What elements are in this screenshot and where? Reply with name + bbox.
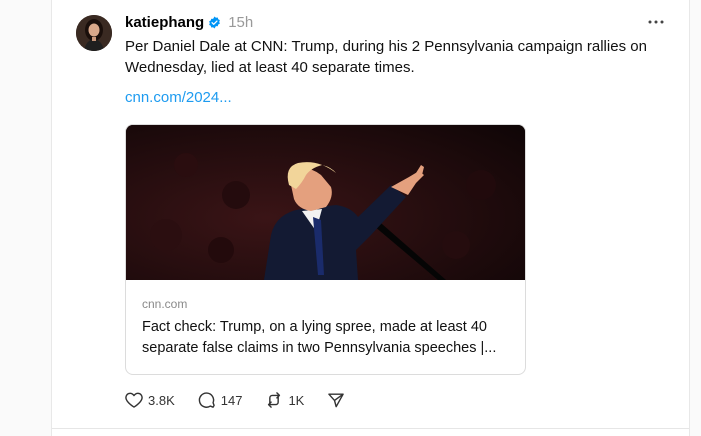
comment-icon	[198, 392, 215, 408]
post-actions: 3.8K 147 1K	[124, 390, 346, 410]
avatar[interactable]	[76, 15, 112, 51]
link-domain: cnn.com	[142, 297, 188, 311]
repost-button[interactable]: 1K	[264, 390, 304, 410]
heart-icon	[125, 392, 143, 408]
verified-badge-icon	[208, 16, 221, 29]
divider	[52, 428, 689, 429]
link-preview-card[interactable]: cnn.com Fact check: Trump, on a lying sp…	[125, 124, 526, 375]
avatar-image	[76, 15, 112, 51]
link-title: Fact check: Trump, on a lying spree, mad…	[142, 319, 497, 356]
username[interactable]: katiephang	[125, 14, 204, 31]
link-preview-image	[126, 125, 525, 280]
repost-icon	[268, 392, 281, 408]
reply-count: 147	[220, 392, 243, 408]
more-options-icon[interactable]	[647, 13, 665, 31]
share-button[interactable]	[326, 390, 346, 410]
post-text: Per Daniel Dale at CNN: Trump, during hi…	[125, 38, 647, 76]
like-button[interactable]: 3.8K	[124, 390, 175, 410]
timestamp[interactable]: 15h	[228, 14, 253, 31]
repost-count: 1K	[288, 392, 305, 408]
post-link[interactable]: cnn.com/2024...	[125, 89, 232, 106]
reply-button[interactable]: 147	[197, 390, 243, 410]
send-icon	[328, 393, 345, 408]
like-count: 3.8K	[148, 392, 175, 408]
post-header: katiephang 15h	[125, 12, 253, 32]
post-card: katiephang 15h Per Daniel Dale at CNN: T…	[51, 0, 690, 436]
